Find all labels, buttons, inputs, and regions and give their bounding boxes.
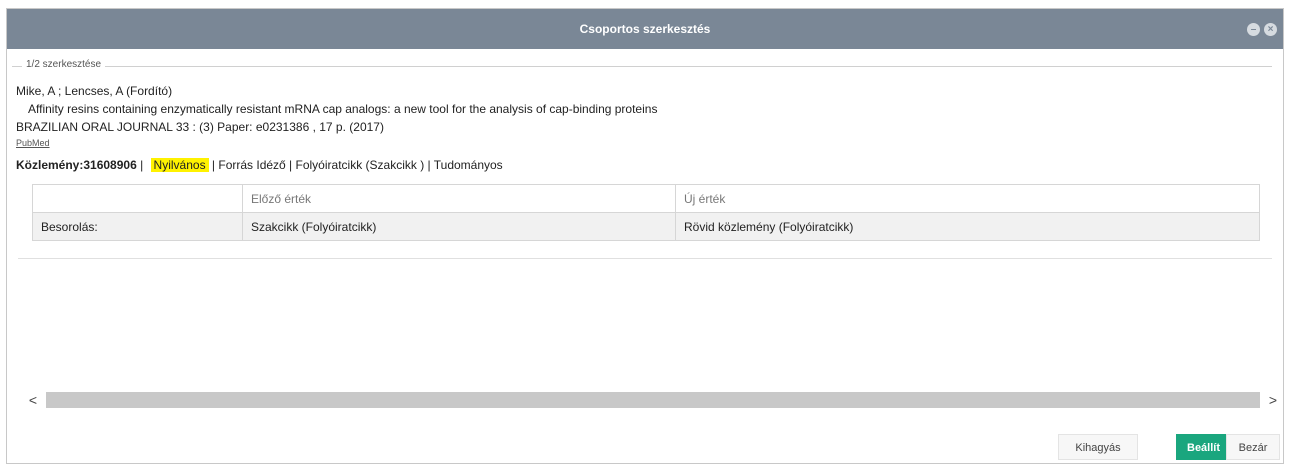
section-divider	[18, 258, 1272, 259]
scroll-track[interactable]	[46, 392, 1260, 408]
dialog-titlebar[interactable]: Csoportos szerkesztés – ×	[7, 9, 1283, 49]
column-header-new: Új érték	[675, 184, 1260, 213]
authors-text: Mike, A ; Lencses, A (Fordító)	[16, 84, 173, 98]
table-header-row: Előző érték Új érték	[32, 184, 1260, 213]
apply-button[interactable]: Beállít	[1176, 434, 1226, 460]
visibility-badge: Nyilvános	[150, 158, 209, 172]
pubmed-link[interactable]: PubMed	[16, 138, 50, 148]
table-row: Besorolás: Szakcikk (Folyóiratcikk) Rövi…	[32, 212, 1260, 241]
close-icon[interactable]: ×	[1264, 23, 1277, 36]
fieldset-legend: 1/2 szerkesztése	[22, 59, 106, 70]
separator: |	[136, 158, 147, 172]
journal-citation: BRAZILIAN ORAL JOURNAL 33 : (3) Paper: e…	[16, 120, 384, 134]
column-header-field	[32, 184, 243, 213]
scroll-left-icon[interactable]: <	[24, 388, 42, 412]
previous-value-cell: Szakcikk (Folyóiratcikk)	[242, 212, 676, 241]
new-value-cell: Rövid közlemény (Folyóiratcikk)	[675, 212, 1260, 241]
close-button[interactable]: Bezár	[1226, 434, 1280, 460]
article-title: Affinity resins containing enzymatically…	[28, 102, 658, 116]
minimize-icon[interactable]: –	[1247, 23, 1260, 36]
scroll-right-icon[interactable]: >	[1264, 388, 1282, 412]
publication-info-line: Közlemény:31608906 | Nyilvános | Forrás …	[16, 158, 503, 172]
publication-tags: | Forrás Idéző | Folyóiratcikk (Szakcikk…	[208, 158, 503, 172]
publication-id: Közlemény:31608906	[16, 158, 137, 172]
field-name-cell: Besorolás:	[32, 212, 243, 241]
horizontal-scrollbar[interactable]: < >	[24, 388, 1282, 412]
title-controls: – ×	[1247, 23, 1277, 36]
column-header-previous: Előző érték	[242, 184, 676, 213]
changes-table: Előző érték Új érték Besorolás: Szakcikk…	[32, 184, 1260, 241]
dialog-title: Csoportos szerkesztés	[579, 22, 711, 36]
skip-button[interactable]: Kihagyás	[1058, 434, 1138, 460]
